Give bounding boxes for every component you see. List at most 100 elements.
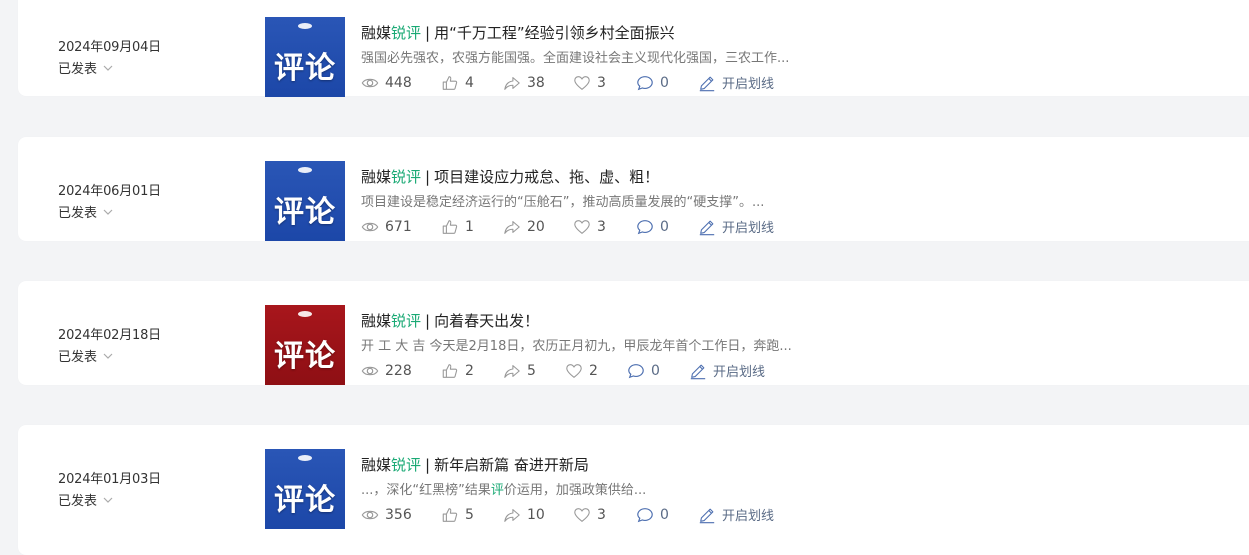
like-button[interactable]: 4 [441, 74, 503, 92]
status-dropdown[interactable]: 已发表 [58, 490, 113, 509]
summary-text: 强国必先强农，农强方能国强。全面建设社会主义现代化强国，三农工作... [361, 51, 790, 66]
highlight-toggle[interactable]: 开启划线 [698, 73, 774, 92]
article-thumbnail[interactable]: 评论 [265, 161, 345, 241]
share-button[interactable]: 38 [503, 74, 573, 92]
thumbs-up-icon [442, 363, 458, 378]
thumbnail-text: 评论 [274, 51, 336, 86]
publisher-logo [298, 311, 312, 327]
likes-count: 1 [465, 218, 474, 235]
thumbnail-text: 评论 [274, 339, 336, 374]
title-main: 项目建设应力戒怠、拖、虚、粗！ [434, 168, 660, 186]
eye-icon [361, 222, 379, 231]
article-summary: 强国必先强农，农强方能国强。全面建设社会主义现代化强国，三农工作... [361, 47, 789, 66]
summary-text: 项目建设是稳定经济运行的“压舱石”，推动高质量发展的“硬支撑”。... [361, 195, 765, 210]
highlight-toggle[interactable]: 开启划线 [689, 361, 765, 380]
article-card[interactable]: 2024年01月03日 已发表 评论 融媒锐评 | 新年启新篇 奋进开新局 ...，… [18, 425, 1249, 555]
article-card[interactable]: 2024年09月04日 已发表 评论 融媒锐评 | 用“千万工程”经验引领乡村全面振… [18, 0, 1249, 97]
like-button[interactable]: 2 [441, 362, 503, 380]
views-stat: 356 [361, 506, 441, 524]
title-highlight: 锐评 [391, 312, 422, 330]
views-stat: 228 [361, 362, 441, 380]
share-icon [504, 220, 520, 234]
heart-icon [566, 363, 582, 378]
status-dropdown[interactable]: 已发表 [58, 58, 113, 77]
comment-icon [637, 75, 653, 90]
comment-button[interactable]: 0 [636, 218, 698, 236]
favorite-button[interactable]: 3 [573, 506, 636, 524]
shares-count: 20 [527, 218, 545, 235]
title-prefix: 融媒 [361, 312, 392, 330]
favorite-button[interactable]: 3 [573, 74, 636, 92]
status-label: 已发表 [58, 62, 98, 77]
share-button[interactable]: 20 [503, 218, 573, 236]
publish-date: 2024年02月18日 [58, 328, 161, 343]
eye-icon [361, 78, 379, 87]
like-button[interactable]: 5 [441, 506, 503, 524]
shares-count: 5 [527, 362, 536, 379]
stats-bar: 448 4 38 3 0 开启划线 [361, 73, 774, 92]
pen-icon [690, 364, 706, 379]
comments-count: 0 [651, 362, 660, 379]
article-title[interactable]: 融媒锐评 | 新年启新篇 奋进开新局 [361, 454, 589, 475]
status-dropdown[interactable]: 已发表 [58, 346, 113, 365]
share-icon [504, 76, 520, 90]
highlight-toggle-label: 开启划线 [722, 77, 775, 92]
title-separator: | [425, 312, 431, 330]
favorite-button[interactable]: 3 [573, 218, 636, 236]
title-highlight: 锐评 [391, 168, 422, 186]
title-highlight: 锐评 [391, 24, 422, 42]
article-thumbnail[interactable]: 评论 [265, 305, 345, 385]
title-separator: | [425, 456, 431, 474]
title-main: 用“千万工程”经验引领乡村全面振兴 [434, 24, 675, 42]
comment-button[interactable]: 0 [627, 362, 689, 380]
status-label: 已发表 [58, 350, 98, 365]
eye-icon [361, 510, 379, 519]
status-dropdown[interactable]: 已发表 [58, 202, 113, 221]
summary-text: ...，深化“红黑榜”结果 [361, 483, 491, 498]
comment-button[interactable]: 0 [636, 506, 698, 524]
summary-highlight: 评 [490, 483, 504, 498]
article-thumbnail[interactable]: 评论 [265, 449, 345, 529]
comment-icon [637, 507, 653, 522]
comment-icon [637, 219, 653, 234]
stats-bar: 228 2 5 2 0 开启划线 [361, 361, 765, 380]
chevron-down-icon [103, 497, 113, 503]
publish-date: 2024年06月01日 [58, 184, 161, 199]
article-title[interactable]: 融媒锐评 | 用“千万工程”经验引领乡村全面振兴 [361, 22, 675, 43]
favorites-count: 3 [597, 506, 606, 523]
favorites-count: 3 [597, 74, 606, 91]
stats-bar: 671 1 20 3 0 开启划线 [361, 217, 774, 236]
title-main: 新年启新篇 奋进开新局 [434, 456, 589, 474]
article-title[interactable]: 融媒锐评 | 项目建设应力戒怠、拖、虚、粗！ [361, 166, 659, 187]
article-title[interactable]: 融媒锐评 | 向着春天出发！ [361, 310, 539, 331]
favorites-count: 2 [589, 362, 598, 379]
like-button[interactable]: 1 [441, 218, 503, 236]
comment-button[interactable]: 0 [636, 74, 698, 92]
status-label: 已发表 [58, 206, 98, 221]
thumbnail-text: 评论 [274, 195, 336, 230]
summary-text-after: 价运用，加强政策供给... [503, 483, 647, 498]
status-label: 已发表 [58, 494, 98, 509]
shares-count: 10 [527, 506, 545, 523]
favorite-button[interactable]: 2 [565, 362, 627, 380]
article-list: 2024年09月04日 已发表 评论 融媒锐评 | 用“千万工程”经验引领乡村全面振… [0, 0, 1249, 555]
article-card[interactable]: 2024年06月01日 已发表 评论 融媒锐评 | 项目建设应力戒怠、拖、虚、粗！ … [18, 137, 1249, 241]
views-count: 448 [385, 74, 412, 91]
publish-date: 2024年01月03日 [58, 472, 161, 487]
views-stat: 448 [361, 74, 441, 92]
highlight-toggle[interactable]: 开启划线 [698, 217, 774, 236]
favorites-count: 3 [597, 218, 606, 235]
share-button[interactable]: 10 [503, 506, 573, 524]
highlight-toggle[interactable]: 开启划线 [698, 505, 774, 524]
article-thumbnail[interactable]: 评论 [265, 17, 345, 97]
title-main: 向着春天出发！ [434, 312, 540, 330]
heart-icon [574, 219, 590, 234]
article-card[interactable]: 2024年02月18日 已发表 评论 融媒锐评 | 向着春天出发！ 开 工 大 吉 … [18, 281, 1249, 385]
comments-count: 0 [660, 74, 669, 91]
views-count: 228 [385, 362, 412, 379]
chevron-down-icon [103, 209, 113, 215]
publisher-logo [298, 455, 312, 471]
share-icon [504, 508, 520, 522]
thumbnail-text: 评论 [274, 483, 336, 518]
share-button[interactable]: 5 [503, 362, 565, 380]
